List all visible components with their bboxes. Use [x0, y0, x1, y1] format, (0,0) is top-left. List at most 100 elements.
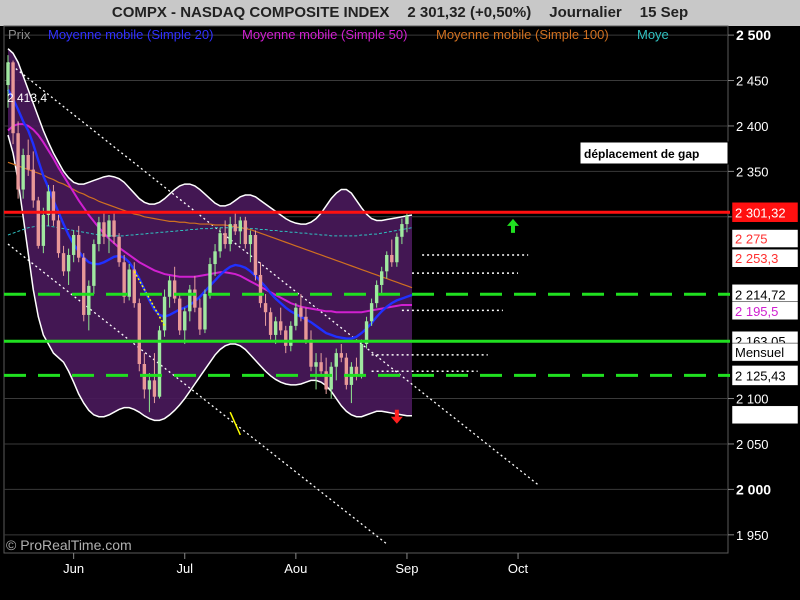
candle-body: [198, 307, 202, 330]
candle-body: [390, 254, 394, 263]
candle-body: [147, 380, 152, 390]
x-tick-label: Sep: [395, 561, 418, 576]
candle-body: [152, 380, 157, 397]
legend-entry: Moyenne mobile (Simple 50): [242, 27, 407, 42]
candle-body: [102, 222, 106, 237]
candle-body: [183, 311, 187, 331]
candle-body: [132, 269, 136, 304]
candle-body: [233, 224, 237, 232]
level-label: 2 214,72: [735, 287, 786, 302]
candle-body: [294, 307, 298, 326]
candle-body: [369, 303, 374, 322]
candle-body: [380, 271, 384, 285]
candle-body: [36, 200, 40, 246]
y-tick-label: 2 100: [736, 392, 769, 407]
candle-body: [268, 312, 273, 335]
candle-body: [289, 325, 293, 346]
candle-body: [314, 362, 318, 367]
y-tick-label: 2 000: [736, 481, 771, 497]
y-tick-label: 1 950: [736, 528, 769, 543]
candle-body: [385, 254, 389, 272]
price-flag-label: 2 413,4: [7, 91, 47, 105]
candle-body: [82, 257, 86, 315]
candle-body: [137, 303, 141, 365]
candle-body: [243, 220, 248, 245]
candle-body: [6, 62, 10, 86]
candle-body: [344, 357, 349, 385]
candle-body: [97, 222, 101, 245]
candle-body: [218, 233, 222, 252]
candle-body: [309, 339, 313, 367]
candle-body: [127, 269, 131, 297]
candle-body: [284, 330, 288, 346]
candle-body: [203, 294, 207, 330]
candle-body: [279, 321, 283, 331]
candle-body: [374, 284, 379, 304]
candle-body: [77, 234, 81, 258]
candle-body: [31, 169, 35, 201]
candle-body: [61, 253, 66, 272]
candle-body: [329, 366, 333, 390]
candle-body: [107, 220, 111, 237]
candle-body: [273, 321, 278, 335]
candle-body: [172, 280, 177, 299]
y-tick-label: 2 350: [736, 164, 769, 179]
candle-body: [87, 285, 91, 315]
candle-body: [21, 155, 25, 190]
candle-body: [117, 236, 121, 263]
candle-body: [51, 191, 56, 221]
candle-body: [334, 353, 338, 367]
candle-body: [193, 289, 197, 308]
candle-body: [41, 214, 46, 246]
candle-body: [56, 220, 61, 254]
candle-body: [213, 251, 217, 265]
x-tick-label: Aou: [284, 561, 307, 576]
y-tick-label: 2 400: [736, 119, 769, 134]
candle-body: [238, 220, 242, 232]
level-label: 2 125,43: [735, 368, 786, 383]
right-label: 2 081: [735, 408, 768, 423]
right-label: 2 275: [735, 232, 768, 247]
right-label: 2 195,5: [735, 304, 778, 319]
candle-body: [188, 289, 192, 312]
y-tick-label: 2 450: [736, 74, 769, 89]
right-label: 2 253,3: [735, 251, 778, 266]
candle-body: [112, 220, 116, 237]
candle-body: [92, 244, 96, 286]
x-tick-label: Jul: [176, 561, 193, 576]
x-tick-label: Oct: [508, 561, 529, 576]
candle-body: [395, 236, 399, 263]
candle-body: [208, 264, 212, 295]
candle-body: [400, 224, 404, 237]
right-label: Mensuel: [735, 345, 784, 360]
candle-body: [66, 254, 71, 272]
x-tick-label: Jun: [63, 561, 84, 576]
candle-body: [253, 234, 258, 275]
candle-body: [71, 234, 76, 255]
candle-body: [258, 274, 263, 304]
candle-body: [26, 155, 30, 170]
candle-body: [228, 224, 232, 245]
candle-body: [405, 215, 409, 225]
candlestick-chart[interactable]: 2 5002 4502 4002 3502 3002 1002 0502 000…: [0, 0, 800, 600]
candle-body: [339, 353, 343, 358]
candle-body: [319, 362, 323, 372]
watermark-text: © ProRealTime.com: [6, 537, 132, 553]
legend-entry: Prix: [8, 27, 31, 42]
y-tick-label: 2 050: [736, 437, 769, 452]
candle-body: [304, 316, 308, 340]
level-label: 2 301,32: [735, 205, 786, 220]
candle-body: [223, 233, 227, 245]
legend-entry: Moyenne mobile (Simple 20): [48, 27, 213, 42]
legend-entry: Moye: [637, 27, 669, 42]
legend-entry: Moyenne mobile (Simple 100): [436, 27, 609, 42]
candle-body: [167, 280, 172, 297]
candle-body: [178, 298, 182, 331]
candle-body: [359, 344, 364, 376]
annotation-text: déplacement de gap: [584, 147, 699, 161]
candle-body: [299, 307, 303, 317]
candle-body: [16, 133, 20, 190]
candle-body: [122, 262, 126, 297]
candle-body: [248, 234, 253, 245]
y-tick-label: 2 500: [736, 27, 771, 43]
